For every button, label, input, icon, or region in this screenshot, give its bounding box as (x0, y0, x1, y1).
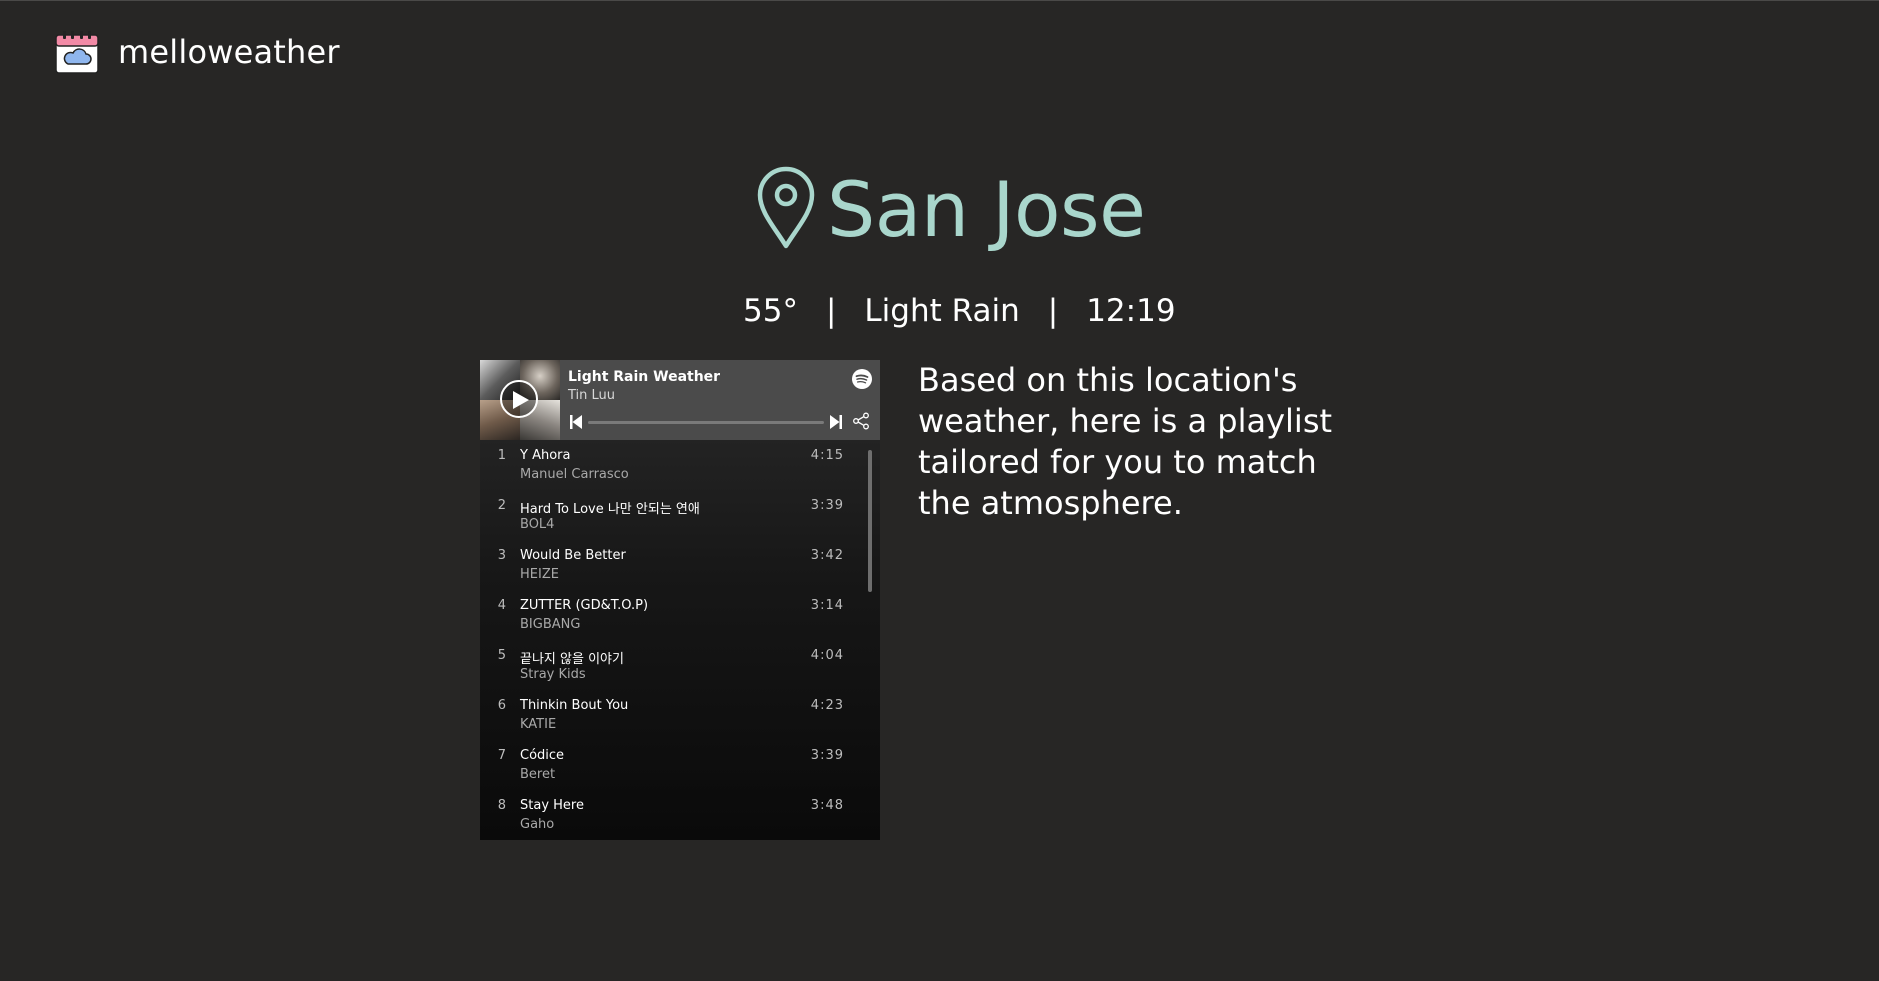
track-title: Thinkin Bout You (520, 698, 629, 713)
map-pin-icon (757, 166, 815, 249)
weather-summary: 55° | Light Rain | 12:19 (743, 293, 1176, 329)
track-title: Códice (520, 748, 565, 763)
track-title: Y Ahora (520, 448, 571, 463)
track-duration: 4:15 (810, 448, 844, 463)
tracklist-scrollbar[interactable] (868, 450, 872, 592)
separator: | (1047, 293, 1059, 329)
play-button[interactable] (500, 380, 538, 418)
track-duration: 3:48 (810, 798, 844, 813)
track-number: 2 (497, 498, 506, 513)
track-artist: KATIE (520, 717, 557, 732)
track-artist: Beret (520, 767, 556, 782)
spotify-embed-player: Light Rain Weather Tin Luu 1 Y Ahora Man… (480, 360, 880, 840)
track-number: 3 (497, 548, 506, 563)
temperature: 55° (743, 293, 798, 329)
track-list: 1 Y Ahora Manuel Carrasco 4:15 2 Hard To… (480, 444, 880, 840)
track-number: 5 (497, 648, 506, 663)
track-row[interactable]: 1 Y Ahora Manuel Carrasco 4:15 (480, 444, 880, 494)
track-artist: Stray Kids (520, 667, 586, 682)
track-title: Hard To Love 나만 안되는 연애 (520, 502, 700, 517)
top-divider (0, 0, 1879, 1)
skip-next-icon[interactable] (830, 415, 842, 429)
track-number: 7 (497, 748, 506, 763)
track-duration: 4:04 (810, 648, 844, 663)
track-duration: 3:42 (810, 548, 844, 563)
brand-name: melloweather (118, 33, 340, 71)
track-duration: 3:39 (810, 748, 844, 763)
track-duration: 3:39 (810, 498, 844, 513)
calendar-cloud-icon (55, 31, 99, 74)
track-number: 6 (497, 698, 506, 713)
track-row[interactable]: 4 ZUTTER (GD&T.O.P) BIGBANG 3:14 (480, 594, 880, 644)
track-number: 8 (497, 798, 506, 813)
track-number: 1 (497, 448, 506, 463)
track-duration: 3:14 (810, 598, 844, 613)
player-header: Light Rain Weather Tin Luu (480, 360, 880, 440)
track-title: Stay Here (520, 798, 584, 813)
skip-previous-icon[interactable] (570, 415, 582, 429)
track-row[interactable]: 6 Thinkin Bout You KATIE 4:23 (480, 694, 880, 744)
progress-bar[interactable] (588, 421, 824, 424)
track-title: Would Be Better (520, 548, 626, 563)
track-row[interactable]: 8 Stay Here Gaho 3:48 (480, 794, 880, 840)
playlist-title[interactable]: Light Rain Weather (568, 369, 720, 385)
track-title: ZUTTER (GD&T.O.P) (520, 598, 649, 613)
track-row[interactable]: 3 Would Be Better HEIZE 3:42 (480, 544, 880, 594)
city-name: San Jose (827, 165, 1146, 254)
track-row[interactable]: 2 Hard To Love 나만 안되는 연애 BOL4 3:39 (480, 494, 880, 544)
brand-home-link[interactable]: melloweather (54, 29, 340, 75)
play-icon (513, 391, 529, 409)
location-heading: San Jose (755, 165, 1146, 254)
playlist-description: Based on this location's weather, here i… (918, 361, 1333, 522)
track-number: 4 (497, 598, 506, 613)
track-duration: 4:23 (810, 698, 844, 713)
spotify-logo-icon[interactable] (852, 369, 872, 389)
separator: | (825, 293, 837, 329)
track-artist: HEIZE (520, 567, 559, 582)
track-artist: BIGBANG (520, 617, 581, 632)
playlist-owner[interactable]: Tin Luu (568, 388, 615, 403)
track-title: 끝나지 않을 이야기 (520, 652, 624, 667)
local-time: 12:19 (1086, 293, 1176, 329)
track-row[interactable]: 5 끝나지 않을 이야기 Stray Kids 4:04 (480, 644, 880, 694)
weather-condition: Light Rain (864, 293, 1020, 329)
track-artist: Gaho (520, 817, 555, 832)
share-icon[interactable] (852, 412, 870, 430)
track-row[interactable]: 7 Códice Beret 3:39 (480, 744, 880, 794)
track-artist: BOL4 (520, 517, 555, 532)
track-artist: Manuel Carrasco (520, 467, 629, 482)
